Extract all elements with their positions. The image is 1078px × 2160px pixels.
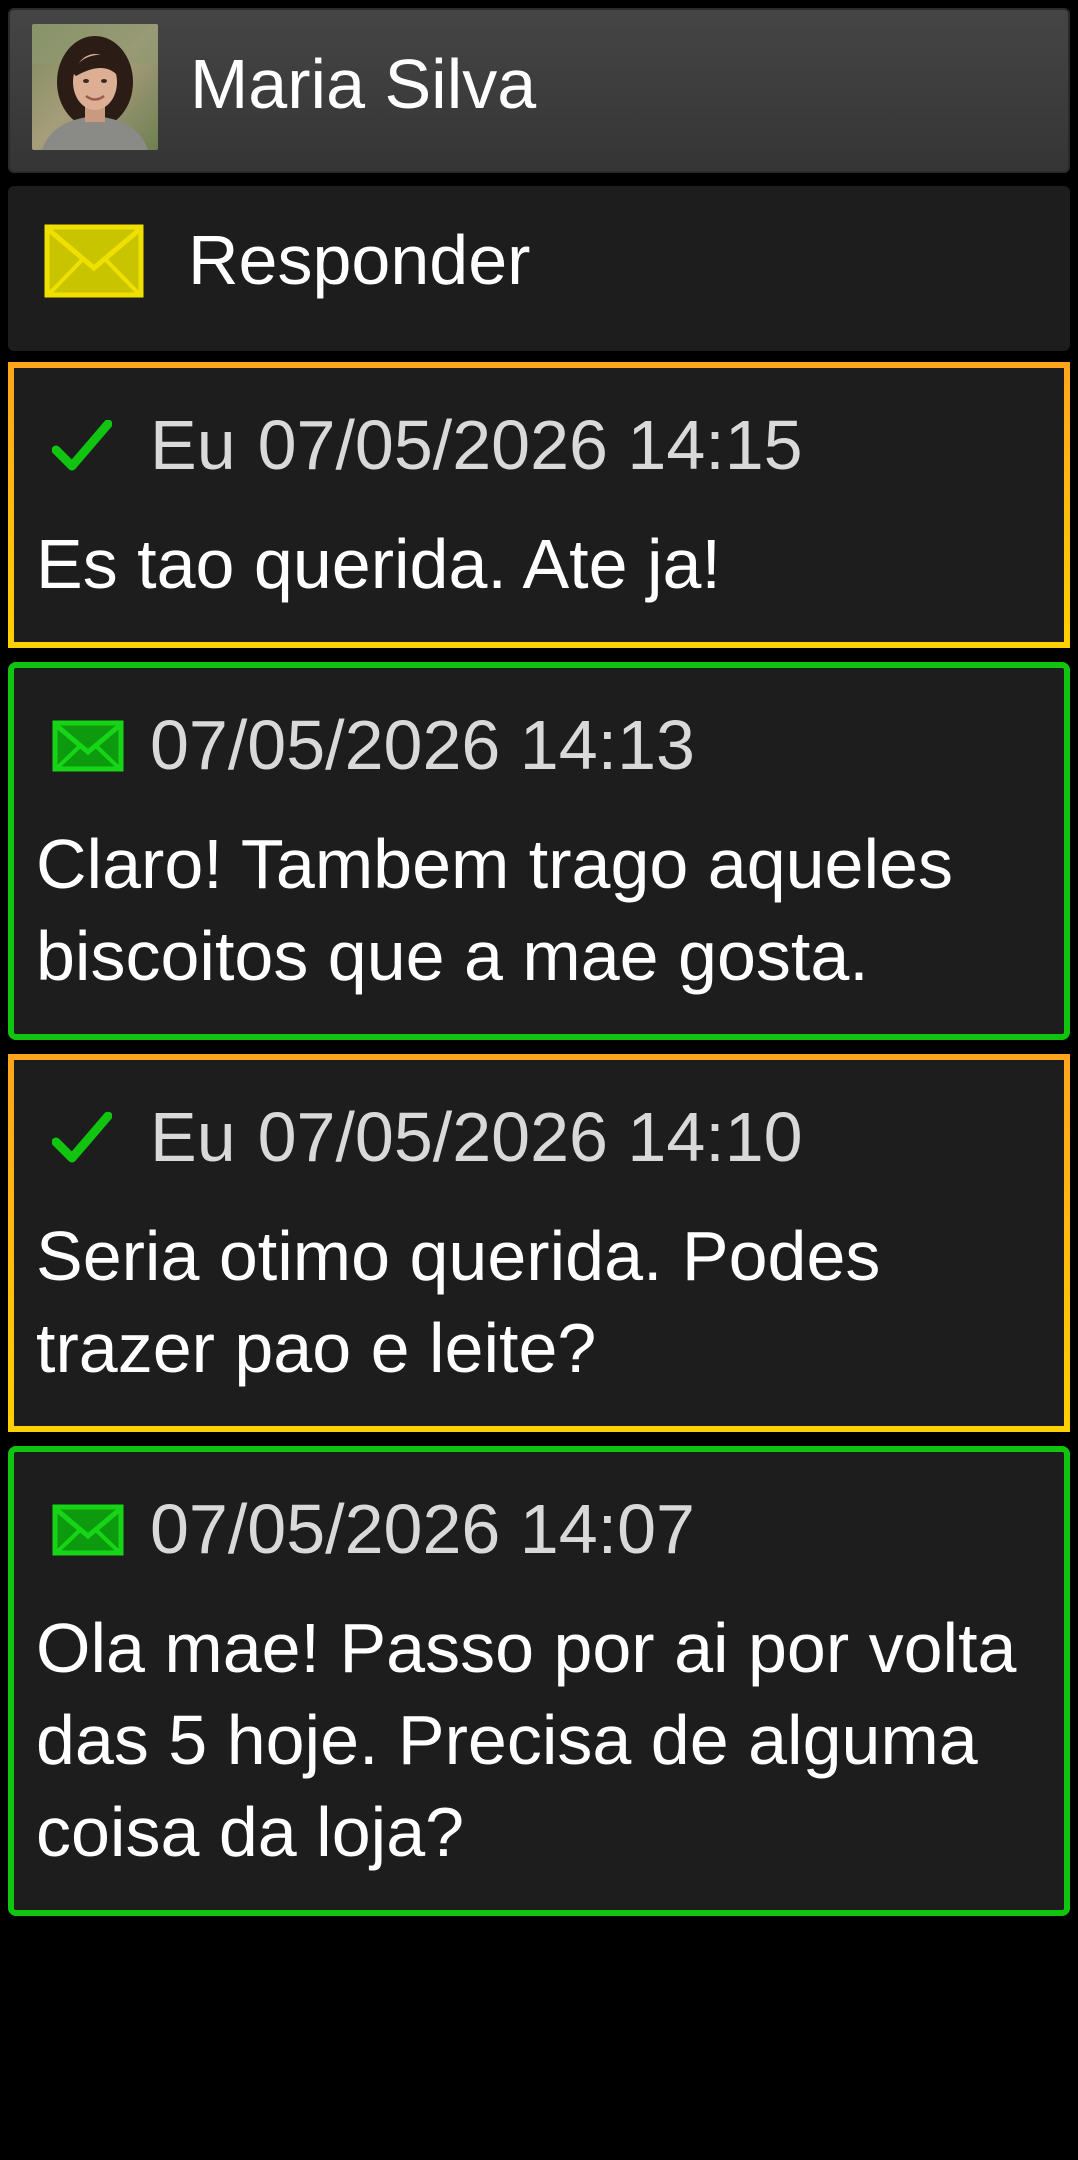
message-card-received[interactable]: 07/05/2026 14:07 Ola mae! Passo por ai p…	[8, 1446, 1070, 1916]
conversation-screen: Maria Silva Responder Eu 07/05/2026 14:1…	[0, 0, 1078, 2160]
message-header: 07/05/2026 14:13	[14, 700, 1064, 790]
message-timestamp: 07/05/2026 14:10	[257, 1098, 803, 1176]
message-text: Seria otimo querida. Podes trazer pao e …	[36, 1217, 881, 1387]
reply-label: Responder	[188, 221, 531, 299]
contact-avatar	[32, 24, 158, 150]
message-card-sent[interactable]: Eu 07/05/2026 14:15 Es tao querida. Ate j…	[8, 362, 1070, 648]
envelope-icon	[52, 1504, 124, 1561]
message-card-sent[interactable]: Eu 07/05/2026 14:10 Seria otimo querida. …	[8, 1054, 1070, 1432]
message-header: 07/05/2026 14:07	[14, 1484, 1064, 1574]
check-icon	[51, 1111, 113, 1169]
contact-name: Maria Silva	[190, 45, 537, 123]
message-header: Eu 07/05/2026 14:10	[14, 1092, 1064, 1182]
message-text: Ola mae! Passo por ai por volta das 5 ho…	[36, 1609, 1017, 1871]
message-list: Eu 07/05/2026 14:15 Es tao querida. Ate j…	[8, 362, 1070, 1930]
message-header: Eu 07/05/2026 14:15	[14, 400, 1064, 490]
message-sender: Eu	[150, 1098, 236, 1176]
message-timestamp: 07/05/2026 14:07	[150, 1490, 695, 1568]
message-timestamp: 07/05/2026 14:13	[150, 706, 695, 784]
contact-header[interactable]: Maria Silva	[8, 8, 1070, 173]
reply-button[interactable]: Responder	[8, 186, 1070, 351]
message-timestamp: 07/05/2026 14:15	[257, 406, 803, 484]
envelope-icon	[44, 224, 144, 298]
check-icon	[51, 419, 113, 477]
message-text: Claro! Tambem trago aqueles biscoitos qu…	[36, 825, 953, 995]
message-sender: Eu	[150, 406, 236, 484]
envelope-icon	[52, 720, 124, 777]
message-text: Es tao querida. Ate ja!	[36, 525, 721, 603]
message-card-received[interactable]: 07/05/2026 14:13 Claro! Tambem trago aqu…	[8, 662, 1070, 1040]
